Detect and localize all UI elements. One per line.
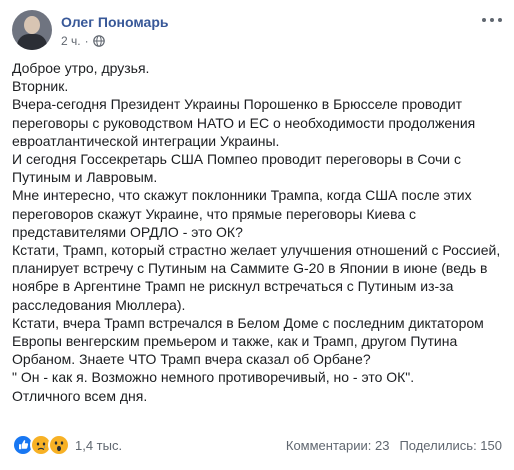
comments-link[interactable]: Комментарии: 23 [286, 438, 390, 453]
facebook-post: Олег Пономарь 2 ч. · Доброе утро, друзья… [0, 0, 514, 470]
avatar-body [17, 34, 47, 50]
reaction-count: 1,4 тыс. [75, 437, 123, 453]
post-line: Путиным и Лавровым. [12, 169, 158, 186]
post-header: Олег Пономарь 2 ч. · [12, 10, 504, 54]
post-line: евроатлантической интеграции Украины. [12, 132, 280, 149]
post-time[interactable]: 2 ч. [61, 34, 81, 48]
post-line: И сегодня Госсекретарь США Помпео провод… [12, 151, 461, 168]
engagement-counts: Комментарии: 23 Поделились: 150 [286, 438, 502, 453]
post-text: Доброе утро, друзья. Вторник. Вчера-сего… [12, 59, 504, 405]
author-name[interactable]: Олег Пономарь [61, 14, 168, 30]
post-meta: 2 ч. · [61, 33, 105, 49]
globe-icon[interactable] [92, 35, 105, 47]
shares-link[interactable]: Поделились: 150 [399, 438, 502, 453]
wow-icon [48, 434, 70, 456]
reactions-summary[interactable]: 1,4 тыс. [12, 434, 122, 456]
post-line: переговоров скажут Украине, что прямые п… [12, 205, 417, 222]
post-line: планирует встречу с Путиным на Саммите G… [12, 260, 488, 277]
post-line: переговоры с руководством НАТО и ЕС о не… [12, 114, 476, 131]
post-footer: 1,4 тыс. Комментарии: 23 Поделились: 150 [12, 433, 502, 457]
post-line: Орбаном. Знаете ЧТО Трамп вчера сказал о… [12, 351, 371, 368]
post-line: Мне интересно, что скажут поклонники Тра… [12, 187, 472, 204]
post-line: Европы венгерским премьером и также, как… [12, 333, 458, 350]
avatar[interactable] [12, 10, 52, 50]
post-line: " Он - как я. Возможно немного противоре… [12, 369, 415, 386]
post-line: Доброе утро, друзья. [12, 60, 150, 76]
avatar-head [24, 16, 40, 34]
post-line: Кстати, Трамп, который страстно желает у… [12, 242, 501, 259]
post-line: Вторник. [12, 78, 69, 95]
meta-separator: · [84, 34, 89, 48]
post-line: расследования Мюллера). [12, 296, 186, 313]
post-line: Кстати, вчера Трамп встречался в Белом Д… [12, 314, 484, 331]
post-line: Отличного всем дня. [12, 387, 148, 404]
post-line: представителями ОРДЛО - это ОК? [12, 223, 243, 240]
post-line: Вчера-сегодня Президент Украины Порошенк… [12, 96, 463, 113]
more-options-icon[interactable] [482, 14, 502, 26]
post-line: ноябре в Аргентине Трамп не рискнул встр… [12, 278, 454, 295]
